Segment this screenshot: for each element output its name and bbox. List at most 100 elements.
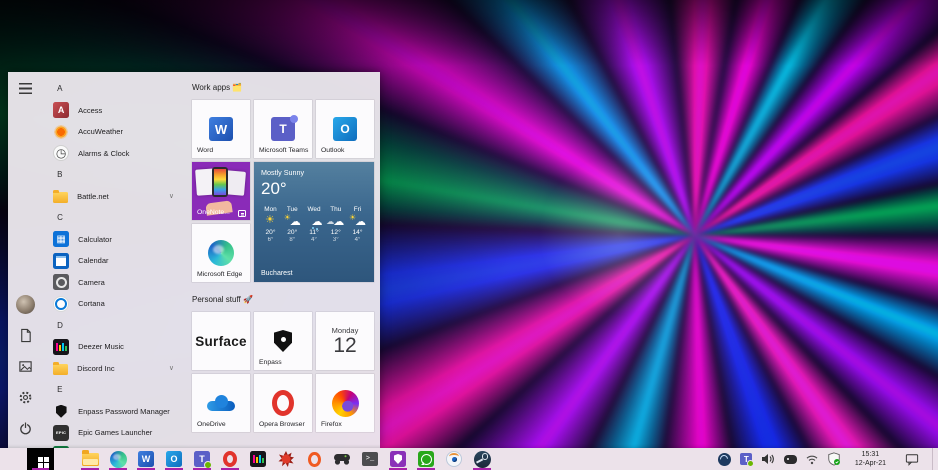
group-title-personal-stuff[interactable]: Personal stuff 🚀 <box>192 292 374 306</box>
taskbar-edge[interactable] <box>104 448 132 470</box>
day-low: 4° <box>354 237 361 243</box>
enpass-shield-icon <box>274 330 292 352</box>
tile-label: Firefox <box>321 421 342 429</box>
swirl-tray-icon <box>717 452 731 466</box>
taskbar-teams[interactable]: T <box>188 448 216 470</box>
tile-surface[interactable]: Surface <box>192 312 250 370</box>
day-low: 3° <box>332 237 339 243</box>
taskbar-eye-app[interactable] <box>440 448 468 470</box>
letter-header-c[interactable]: C <box>42 207 184 229</box>
access-icon <box>53 102 70 119</box>
tray-pointing-device[interactable] <box>783 452 798 467</box>
tile-microsoft-edge[interactable]: Microsoft Edge <box>192 224 250 282</box>
outlook-icon: O <box>166 451 182 467</box>
app-item-deezer[interactable]: Deezer Music <box>42 336 184 358</box>
documents-button[interactable] <box>13 323 37 347</box>
taskbar-clock[interactable]: 15:31 12-Apr-21 <box>849 450 892 468</box>
tile-firefox[interactable]: Firefox <box>316 374 374 432</box>
accuweather-icon <box>53 123 70 140</box>
tile-enpass[interactable]: Enpass <box>254 312 312 370</box>
settings-button[interactable] <box>13 385 37 409</box>
system-tray: T 15:31 12-Apr-21 <box>717 448 938 470</box>
app-item-calculator[interactable]: Calculator <box>42 229 184 251</box>
word-icon: W <box>209 117 233 141</box>
tray-volume[interactable] <box>761 452 776 467</box>
group-title-work-apps[interactable]: Work apps 🗂️ <box>192 80 374 94</box>
pictures-button[interactable] <box>13 354 37 378</box>
letter-header-b[interactable]: B <box>42 164 184 186</box>
power-button[interactable] <box>13 416 37 440</box>
start-button[interactable] <box>27 448 54 470</box>
app-item-calendar[interactable]: Calendar <box>42 250 184 272</box>
app-label: Battle.net <box>77 191 109 201</box>
app-label: Cortana <box>78 299 105 309</box>
taskbar-deezer[interactable] <box>244 448 272 470</box>
network-icon <box>806 455 818 465</box>
tile-opera[interactable]: Opera Browser <box>254 374 312 432</box>
day-high: 20° <box>265 229 276 236</box>
tile-panel: Work apps 🗂️ W Word T Microsoft Teams O … <box>184 72 380 448</box>
windows-logo-icon <box>38 456 43 462</box>
opera-icon <box>223 451 237 467</box>
day-low: 4° <box>311 237 317 243</box>
deezer-icon <box>53 338 70 355</box>
tile-outlook[interactable]: O Outlook <box>316 100 374 158</box>
app-label: Deezer Music <box>78 342 124 352</box>
app-label: Camera <box>78 277 105 287</box>
app-label: Calendar <box>78 256 109 266</box>
chevron-down-icon: ∨ <box>168 365 174 373</box>
tile-label: Enpass <box>259 359 282 367</box>
app-label: AccuWeather <box>78 127 123 137</box>
app-item-cortana[interactable]: Cortana <box>42 293 184 315</box>
folder-item-discord[interactable]: Discord Inc ∨ <box>42 358 184 380</box>
show-desktop-button[interactable] <box>932 448 936 470</box>
tile-weather[interactable]: Mostly Sunny 20° Mon ☀ 20° 6° Tue ☀ ☁ 20°… <box>254 162 374 282</box>
taskbar-origin[interactable] <box>300 448 328 470</box>
tray-teams-status[interactable]: T <box>739 452 755 467</box>
tile-onenote[interactable]: OneNote... <box>192 162 250 220</box>
power-icon <box>19 421 31 434</box>
tile-label: Microsoft Edge <box>197 271 243 279</box>
letter-header-e[interactable]: E <box>42 379 184 401</box>
tile-label: Word <box>197 147 214 155</box>
outlook-icon: O <box>333 117 357 141</box>
app-item-accuweather[interactable]: AccuWeather <box>42 121 184 143</box>
user-account-button[interactable] <box>13 292 37 316</box>
file-explorer-icon <box>81 450 99 466</box>
steam-icon <box>473 450 491 468</box>
taskbar-enpass[interactable] <box>384 448 412 470</box>
teams-tray-icon: T <box>740 453 755 467</box>
taskbar-word[interactable]: W <box>132 448 160 470</box>
taskbar-steam[interactable] <box>468 448 496 470</box>
action-center-button[interactable] <box>899 453 925 466</box>
personal-stuff-grid: Surface Enpass Monday 12 OneDrive Opera … <box>192 312 374 432</box>
tray-swirl-app[interactable] <box>717 452 732 467</box>
letter-header-d[interactable]: D <box>42 315 184 337</box>
letter-header-a[interactable]: A <box>42 78 184 100</box>
expand-menu-icon[interactable] <box>18 83 32 94</box>
app-item-alarms-clock[interactable]: Alarms & Clock <box>42 143 184 165</box>
tile-onedrive[interactable]: OneDrive <box>192 374 250 432</box>
tray-network[interactable] <box>805 452 820 467</box>
taskbar-file-explorer[interactable] <box>76 448 104 470</box>
edge-icon <box>208 240 234 266</box>
weather-forecast-row: Mon ☀ 20° 6° Tue ☀ ☁ 20° 8° Wed ☁ 11° 4°… <box>261 206 367 243</box>
tile-microsoft-teams[interactable]: T Microsoft Teams <box>254 100 312 158</box>
app-item-epic-games[interactable]: Epic Games Launcher <box>42 422 184 444</box>
app-item-access[interactable]: Access <box>42 100 184 122</box>
taskbar-whatsapp[interactable] <box>412 448 440 470</box>
app-item-camera[interactable]: Camera <box>42 272 184 294</box>
tile-word[interactable]: W Word <box>192 100 250 158</box>
taskbar-opera[interactable] <box>216 448 244 470</box>
taskbar-red-burst-app[interactable] <box>272 448 300 470</box>
taskbar-command-prompt[interactable]: >_ <box>356 448 384 470</box>
tile-label: OneNote... <box>197 209 230 217</box>
word-icon: W <box>138 451 154 467</box>
folder-item-battlenet[interactable]: Battle.net ∨ <box>42 186 184 208</box>
taskbar-outlook[interactable]: O <box>160 448 188 470</box>
taskbar-gamepad-app[interactable] <box>328 448 356 470</box>
tray-windows-security[interactable] <box>827 452 842 467</box>
enpass-icon <box>53 403 69 419</box>
app-item-enpass[interactable]: Enpass Password Manager <box>42 401 184 423</box>
tile-calendar-date[interactable]: Monday 12 <box>316 312 374 370</box>
